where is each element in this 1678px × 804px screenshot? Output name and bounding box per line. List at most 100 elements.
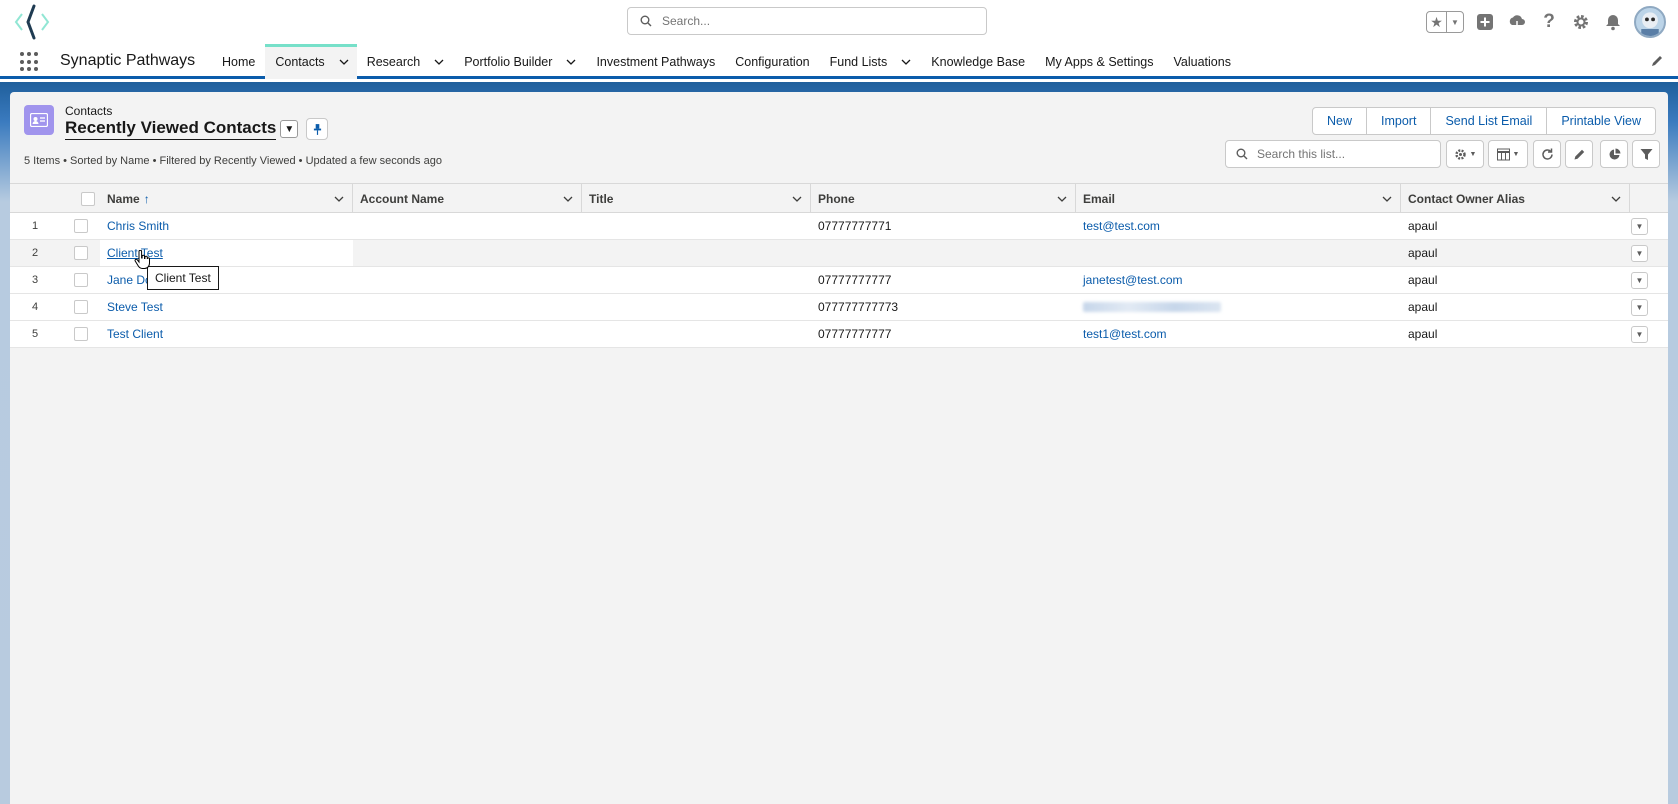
column-label: Email: [1083, 191, 1116, 206]
list-view-title[interactable]: Recently Viewed Contacts: [65, 118, 277, 140]
nav-tab-configuration[interactable]: Configuration: [725, 44, 819, 79]
row-actions-chevron-icon[interactable]: ▼: [1631, 218, 1648, 235]
import-button[interactable]: Import: [1367, 108, 1432, 134]
nav-tab-portfolio-builder[interactable]: Portfolio Builder: [454, 44, 586, 79]
chevron-down-icon[interactable]: [901, 57, 911, 67]
column-header-account-name[interactable]: Account Name: [353, 184, 582, 213]
search-list-input[interactable]: Search this list...: [1225, 140, 1441, 168]
new-button[interactable]: New: [1313, 108, 1368, 134]
column-header-title[interactable]: Title: [582, 184, 811, 213]
chevron-down-icon[interactable]: [563, 194, 573, 204]
column-header-contact-owner-alias[interactable]: Contact Owner Alias: [1401, 184, 1630, 213]
nav-tab-fund-lists[interactable]: Fund Lists: [820, 44, 922, 79]
global-actions-plus-icon[interactable]: [1474, 11, 1496, 33]
app-logo[interactable]: [12, 4, 52, 40]
row-checkbox[interactable]: [74, 273, 88, 287]
trailhead-cloud-icon[interactable]: [1506, 11, 1528, 33]
email-cell: [1076, 240, 1401, 266]
chevron-down-icon[interactable]: [1057, 194, 1067, 204]
nav-tab-label: Research: [366, 54, 421, 69]
pencil-edit-icon[interactable]: [1650, 54, 1664, 68]
nav-tabs: Home Contacts Research Portfolio Builder…: [212, 44, 1241, 79]
refresh-button[interactable]: [1533, 140, 1561, 168]
inline-edit-button[interactable]: [1565, 140, 1593, 168]
chevron-down-icon[interactable]: [1382, 194, 1392, 204]
favorites-button[interactable]: ★ ▼: [1426, 11, 1464, 33]
nav-tab-knowledge-base[interactable]: Knowledge Base: [921, 44, 1035, 79]
nav-tab-research[interactable]: Research: [357, 44, 455, 79]
row-actions-chevron-icon[interactable]: ▼: [1631, 299, 1648, 316]
title-cell: [582, 267, 811, 293]
name-cell: Chris Smith: [100, 213, 353, 239]
chevron-down-icon[interactable]: [566, 57, 576, 67]
gear-icon[interactable]: [1570, 11, 1592, 33]
contact-name-link[interactable]: Test Client: [107, 327, 163, 341]
account-name-cell: [353, 321, 582, 347]
table-row: 3 Jane Doe 07777777777 janetest@test.com…: [10, 267, 1668, 294]
help-icon[interactable]: ?: [1538, 11, 1560, 33]
chevron-down-icon[interactable]: [434, 57, 444, 67]
list-view-card: Contacts Recently Viewed Contacts ▼ 5 It…: [10, 92, 1668, 804]
chevron-down-icon[interactable]: [792, 194, 802, 204]
printable-view-button[interactable]: Printable View: [1547, 108, 1655, 134]
row-actions-chevron-icon[interactable]: ▼: [1631, 326, 1648, 343]
send-list-email-button[interactable]: Send List Email: [1431, 108, 1548, 134]
select-all-checkbox[interactable]: [81, 191, 95, 206]
chevron-down-icon[interactable]: [1611, 194, 1621, 204]
email-link[interactable]: test1@test.com: [1083, 327, 1167, 341]
column-header-name[interactable]: Name ↑: [100, 184, 353, 213]
row-actions-chevron-icon[interactable]: ▼: [1631, 245, 1648, 262]
app-launcher-waffle-icon[interactable]: [20, 52, 40, 72]
nav-tab-home[interactable]: Home: [212, 44, 265, 79]
row-checkbox[interactable]: [74, 300, 88, 314]
header-utility-icons: ★ ▼ ?: [1426, 6, 1666, 38]
nav-tab-valuations[interactable]: Valuations: [1164, 44, 1241, 79]
email-cell: [1076, 294, 1401, 320]
email-link[interactable]: janetest@test.com: [1083, 273, 1183, 287]
name-tooltip: Client Test: [147, 266, 219, 290]
nav-tab-investment-pathways[interactable]: Investment Pathways: [586, 44, 725, 79]
star-icon[interactable]: ★: [1427, 12, 1447, 32]
nav-tab-label: My Apps & Settings: [1045, 54, 1154, 69]
gear-icon: [1454, 148, 1466, 160]
row-number-header: [10, 184, 60, 213]
table-grid-icon: [1496, 148, 1510, 160]
nav-tab-label: Contacts: [275, 54, 325, 69]
blurred-email-link[interactable]: [1083, 302, 1221, 312]
favorites-list-chevron-icon[interactable]: ▼: [1447, 18, 1463, 27]
user-avatar[interactable]: [1634, 6, 1666, 38]
column-header-email[interactable]: Email: [1076, 184, 1401, 213]
row-select-cell: [60, 267, 100, 293]
contact-object-icon: [24, 105, 54, 135]
column-label: Contact Owner Alias: [1408, 191, 1525, 206]
contacts-table: Name ↑ Account Name Title Phone Email Co…: [10, 183, 1668, 348]
notifications-bell-icon[interactable]: [1602, 11, 1624, 33]
nav-tab-contacts[interactable]: Contacts: [265, 44, 358, 79]
list-view-controls-gear-button[interactable]: ▼: [1446, 140, 1484, 168]
row-checkbox[interactable]: [74, 327, 88, 341]
column-label: Account Name: [360, 191, 445, 206]
row-checkbox[interactable]: [74, 246, 88, 260]
display-as-table-button[interactable]: ▼: [1488, 140, 1528, 168]
owner-alias-cell: apaul: [1408, 327, 1438, 341]
row-checkbox[interactable]: [74, 219, 88, 233]
charts-button[interactable]: [1600, 140, 1628, 168]
row-actions-chevron-icon[interactable]: ▼: [1631, 272, 1648, 289]
list-view-picker-chevron-icon[interactable]: ▼: [280, 120, 299, 138]
row-select-cell: [60, 213, 100, 239]
column-header-phone[interactable]: Phone: [811, 184, 1076, 213]
filters-button[interactable]: [1632, 140, 1660, 168]
title-cell: [582, 213, 811, 239]
global-search-input[interactable]: Search...: [627, 7, 987, 35]
pin-list-view-icon[interactable]: [306, 118, 329, 140]
contact-name-link[interactable]: Chris Smith: [107, 219, 169, 233]
app-name: Synaptic Pathways: [60, 52, 196, 69]
email-link[interactable]: test@test.com: [1083, 219, 1160, 233]
title-cell: [582, 240, 811, 266]
nav-tab-my-apps-settings[interactable]: My Apps & Settings: [1035, 44, 1163, 79]
row-number: 2: [31, 247, 39, 259]
chevron-down-icon[interactable]: [339, 57, 349, 67]
contact-name-link[interactable]: Steve Test: [107, 300, 163, 314]
object-label: Contacts: [65, 104, 113, 118]
chevron-down-icon[interactable]: [334, 194, 344, 204]
